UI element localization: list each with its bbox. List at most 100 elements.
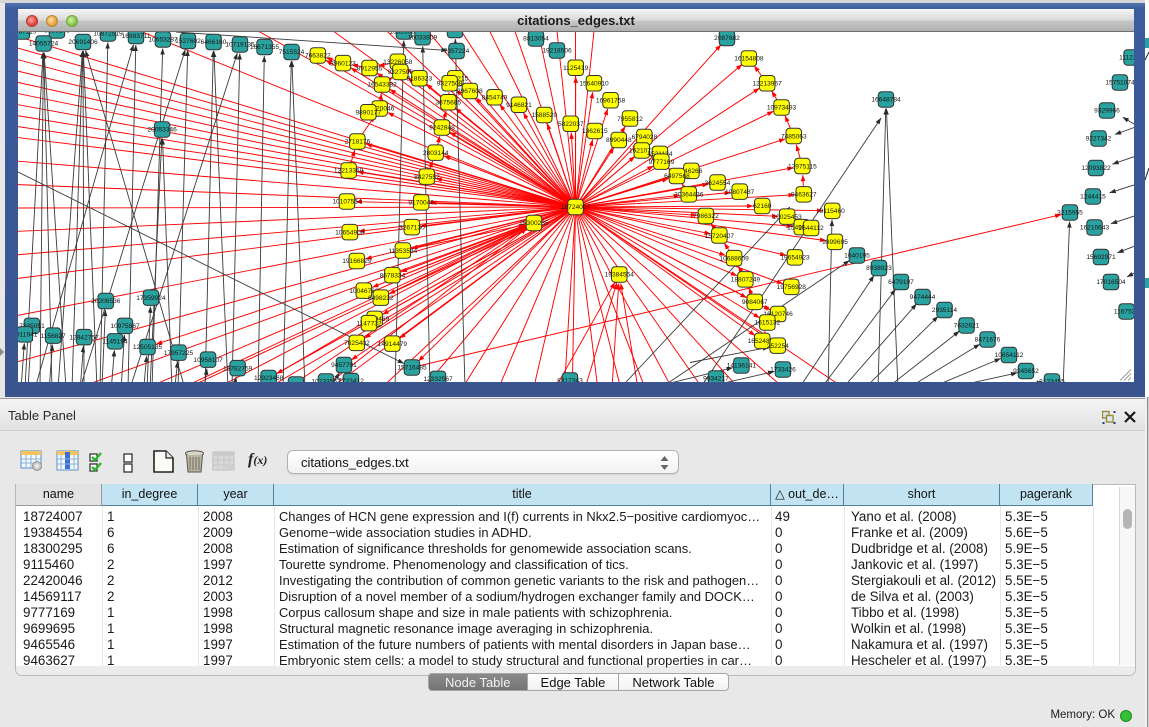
svg-text:7625402: 7625402 (344, 340, 370, 347)
svg-text:16782759: 16782759 (223, 365, 253, 372)
svg-text:8990448: 8990448 (606, 137, 632, 144)
svg-text:16648784: 16648784 (871, 97, 901, 104)
svg-text:12213369: 12213369 (334, 168, 364, 175)
svg-text:9457791: 9457791 (331, 362, 357, 369)
svg-text:252254: 252254 (767, 343, 789, 350)
svg-text:10653287: 10653287 (148, 37, 178, 44)
svg-text:14914479: 14914479 (378, 341, 408, 348)
svg-text:18807249: 18807249 (731, 277, 761, 284)
svg-text:3215955: 3215955 (1057, 210, 1083, 217)
svg-text:9084067: 9084067 (742, 299, 768, 306)
svg-text:19756928: 19756928 (777, 284, 807, 291)
svg-text:9899695: 9899695 (822, 239, 848, 246)
svg-text:6479197: 6479197 (888, 279, 914, 286)
svg-text:10975867: 10975867 (110, 323, 140, 330)
svg-text:9890177: 9890177 (355, 110, 381, 117)
svg-text:9146821: 9146821 (506, 102, 532, 109)
svg-text:17359924: 17359924 (136, 295, 166, 302)
svg-text:17957225: 17957225 (164, 350, 194, 357)
svg-text:8912955: 8912955 (357, 65, 383, 72)
svg-text:8813054: 8813054 (523, 36, 549, 43)
svg-text:10872519: 10872519 (93, 32, 123, 38)
svg-text:15751074: 15751074 (1105, 80, 1134, 87)
svg-text:9639276: 9639276 (44, 32, 70, 35)
svg-text:10688609: 10688609 (719, 255, 749, 262)
svg-text:11353594: 11353594 (388, 248, 417, 255)
svg-text:8239111: 8239111 (443, 32, 468, 34)
svg-text:8471676: 8471676 (975, 337, 1001, 344)
svg-text:2967608: 2967608 (457, 88, 483, 95)
svg-text:15692971: 15692971 (1086, 254, 1116, 261)
svg-text:10107554: 10107554 (332, 199, 362, 206)
svg-text:2935114: 2935114 (932, 307, 958, 314)
svg-text:6497568: 6497568 (664, 173, 690, 180)
svg-text:7485063: 7485063 (781, 133, 807, 140)
svg-text:7986322: 7986322 (693, 213, 719, 220)
svg-text:1588520: 1588520 (531, 112, 557, 119)
svg-text:7723412: 7723412 (338, 378, 364, 382)
svg-text:62160: 62160 (753, 203, 772, 210)
svg-text:16033809: 16033809 (408, 35, 438, 42)
svg-text:8960123: 8960123 (330, 60, 356, 67)
svg-text:1156827: 1156827 (41, 333, 67, 340)
svg-text:2087682: 2087682 (714, 35, 740, 42)
svg-text:15640910: 15640910 (579, 81, 609, 88)
svg-text:9474444: 9474444 (910, 294, 936, 301)
svg-text:8427552: 8427552 (414, 174, 440, 181)
svg-text:3911941: 3911941 (18, 332, 38, 339)
svg-text:8123455: 8123455 (1039, 379, 1065, 382)
svg-text:9227342: 9227342 (1086, 136, 1112, 143)
svg-text:1244415: 1244415 (1080, 194, 1106, 201)
svg-text:2718176: 2718176 (345, 139, 371, 146)
svg-text:16987119: 16987119 (18, 32, 37, 36)
svg-text:1125419: 1125419 (563, 65, 589, 72)
svg-text:12975115: 12975115 (788, 163, 817, 170)
svg-text:6466160: 6466160 (201, 39, 227, 46)
svg-text:19218506: 19218506 (542, 48, 572, 55)
svg-text:1167533: 1167533 (1114, 309, 1134, 316)
svg-text:1147732: 1147732 (356, 320, 382, 327)
svg-text:25300235: 25300235 (519, 220, 549, 227)
svg-text:3267130: 3267130 (399, 224, 425, 231)
svg-text:20691406: 20691406 (68, 39, 98, 46)
svg-text:14055724: 14055724 (29, 41, 59, 48)
svg-text:9327508: 9327508 (437, 81, 463, 88)
svg-text:7357224: 7357224 (444, 48, 470, 55)
svg-text:17016504: 17016504 (1096, 279, 1126, 286)
svg-text:18724007: 18724007 (561, 204, 591, 211)
svg-text:8678334: 8678334 (380, 272, 406, 279)
svg-text:2803144: 2803144 (423, 150, 449, 157)
svg-text:19166829: 19166829 (342, 258, 372, 265)
svg-text:3875685: 3875685 (435, 99, 461, 106)
svg-text:8812343: 8812343 (557, 378, 583, 382)
svg-text:12213967: 12213967 (752, 81, 782, 88)
svg-text:7955812: 7955812 (617, 116, 643, 123)
svg-text:12093822: 12093822 (1081, 165, 1111, 172)
svg-text:2644112: 2644112 (799, 225, 825, 232)
svg-text:9115460: 9115460 (820, 208, 846, 215)
svg-text:8186323: 8186323 (406, 75, 432, 82)
svg-text:15716485: 15716485 (397, 365, 427, 372)
svg-text:9245652: 9245652 (1013, 368, 1039, 375)
svg-text:16543382: 16543382 (368, 82, 398, 89)
svg-text:8454749: 8454749 (482, 94, 508, 101)
svg-text:16671355: 16671355 (250, 44, 280, 51)
svg-text:7515524: 7515524 (279, 49, 305, 56)
svg-text:1527602: 1527602 (175, 38, 201, 45)
svg-text:8938923: 8938923 (866, 265, 892, 272)
svg-text:16210643: 16210643 (1080, 225, 1110, 232)
svg-text:9170046: 9170046 (408, 200, 434, 207)
svg-text:1733426: 1733426 (770, 367, 796, 374)
svg-text:7632621: 7632621 (954, 323, 980, 330)
svg-text:14136141: 14136141 (727, 363, 757, 370)
svg-text:10973493: 10973493 (767, 105, 797, 112)
svg-text:16961758: 16961758 (596, 98, 626, 105)
svg-text:10958107: 10958107 (193, 357, 223, 364)
svg-text:1615132: 1615132 (755, 320, 781, 327)
svg-text:6498222: 6498222 (368, 295, 394, 302)
svg-text:20364436: 20364436 (674, 192, 704, 199)
svg-text:19654923: 19654923 (780, 255, 810, 262)
svg-text:5822037: 5822037 (558, 121, 584, 128)
svg-text:9463627: 9463627 (791, 192, 817, 199)
svg-text:10233567: 10233567 (311, 379, 341, 382)
